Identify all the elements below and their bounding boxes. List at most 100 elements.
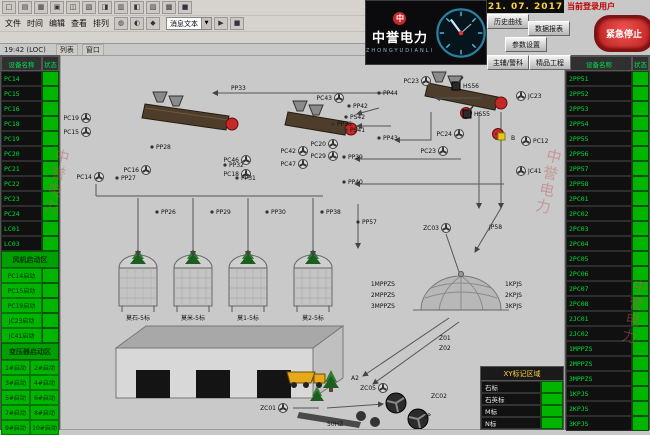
menu-item-0[interactable]: 文件 [2, 18, 24, 29]
menu-item-1[interactable]: 时间 [24, 18, 46, 29]
chevron-down-icon[interactable]: ▼ [201, 18, 211, 29]
message-type-dropdown[interactable]: 消息文本 ▼ [166, 17, 212, 30]
status-indicator[interactable] [632, 356, 649, 371]
fan-start-button[interactable]: PC19启动 [1, 298, 42, 313]
status-indicator[interactable] [632, 71, 649, 86]
transformer-start-button[interactable]: 4#启动 [30, 375, 59, 390]
xy-indicator[interactable] [541, 393, 563, 405]
status-indicator[interactable] [632, 416, 649, 431]
status-indicator[interactable] [42, 236, 59, 251]
status-indicator[interactable] [632, 146, 649, 161]
status-indicator[interactable] [632, 371, 649, 386]
open-icon[interactable]: ▤ [18, 1, 32, 14]
history-curve-button[interactable]: 历史曲线 [487, 14, 529, 29]
status-indicator[interactable] [42, 221, 59, 236]
menu-item-3[interactable]: 查看 [68, 18, 90, 29]
fan-ZC03[interactable]: ZC03 [423, 224, 450, 233]
status-indicator[interactable] [632, 341, 649, 356]
transformer-start-button[interactable]: 5#启动 [1, 390, 30, 405]
status-indicator[interactable] [632, 206, 649, 221]
paste-icon[interactable]: ▥ [114, 1, 128, 14]
emergency-stop-button[interactable]: 紧急停止 [594, 15, 650, 52]
fan-PC16[interactable]: PC16 [124, 166, 151, 175]
status-indicator[interactable] [632, 161, 649, 176]
transformer-start-button[interactable]: 6#启动 [30, 390, 59, 405]
new-icon[interactable]: □ [2, 1, 16, 14]
fan-PC42[interactable]: PC42 [281, 147, 308, 156]
status-indicator[interactable] [632, 401, 649, 416]
fan-start-button[interactable]: PC14启动 [1, 268, 42, 283]
status-indicator[interactable] [42, 176, 59, 191]
fan-PC12[interactable]: PC12 [522, 137, 549, 146]
transformer-start-button[interactable]: 10#启动 [30, 420, 59, 435]
transformer-start-button[interactable]: 1#启动 [1, 360, 30, 375]
status-indicator[interactable] [632, 101, 649, 116]
status-item-1[interactable]: 窗口 [82, 44, 104, 56]
transformer-start-button[interactable]: 3#启动 [1, 375, 30, 390]
print-icon[interactable]: ▣ [50, 1, 64, 14]
transformer-start-button[interactable]: 9#启动 [1, 420, 30, 435]
status-indicator[interactable] [42, 71, 59, 86]
xy-indicator[interactable] [541, 405, 563, 417]
project-button[interactable]: 精品工程 [529, 55, 571, 70]
status-indicator[interactable] [42, 116, 59, 131]
fan-PC47[interactable]: PC47 [281, 160, 308, 169]
fan-JC23[interactable]: JC23 [517, 92, 542, 101]
status-indicator[interactable] [42, 131, 59, 146]
fan-PC14[interactable]: PC14 [77, 173, 104, 182]
fan-PC24[interactable]: PC24 [437, 130, 464, 139]
redo-icon[interactable]: ▨ [146, 1, 160, 14]
status-indicator[interactable] [632, 311, 649, 326]
view-icon[interactable]: ◐ [130, 17, 144, 30]
cut-icon[interactable]: ▧ [82, 1, 96, 14]
status-indicator[interactable] [42, 268, 59, 283]
fan-PC23[interactable]: PC23 [404, 77, 431, 86]
status-indicator[interactable] [632, 116, 649, 131]
transformer-start-button[interactable]: 8#启动 [30, 405, 59, 420]
status-indicator[interactable] [42, 298, 59, 313]
status-indicator[interactable] [632, 386, 649, 401]
fan-start-button[interactable]: JC41启动 [1, 328, 42, 343]
fan-start-button[interactable]: PC15启动 [1, 283, 42, 298]
status-indicator[interactable] [632, 176, 649, 191]
grid-icon[interactable]: ▩ [162, 1, 176, 14]
status-indicator[interactable] [632, 296, 649, 311]
menu-item-4[interactable]: 排列 [90, 18, 112, 29]
status-indicator[interactable] [632, 191, 649, 206]
status-indicator[interactable] [632, 281, 649, 296]
fan-PC15[interactable]: PC15 [64, 128, 91, 137]
xy-indicator[interactable] [541, 417, 563, 429]
status-indicator[interactable] [42, 161, 59, 176]
run-icon[interactable]: ▶ [214, 17, 228, 30]
fan-ZC01[interactable]: ZC01 [260, 404, 287, 413]
copy-icon[interactable]: ◨ [98, 1, 112, 14]
fan-ZC05[interactable]: ZC05 [360, 384, 387, 393]
fan-start-button[interactable]: JC23启动 [1, 313, 42, 328]
fan-PC43[interactable]: PC43 [317, 94, 344, 103]
menu-item-2[interactable]: 编辑 [46, 18, 68, 29]
status-indicator[interactable] [42, 206, 59, 221]
layers-icon[interactable]: ◆ [146, 17, 160, 30]
status-indicator[interactable] [42, 191, 59, 206]
status-indicator[interactable] [632, 86, 649, 101]
parameter-settings-button[interactable]: 参数设置 [505, 37, 547, 52]
xy-indicator[interactable] [541, 381, 563, 393]
save-icon[interactable]: ▦ [34, 1, 48, 14]
status-indicator[interactable] [632, 131, 649, 146]
preview-icon[interactable]: ◫ [66, 1, 80, 14]
settings-icon[interactable]: ■ [178, 1, 192, 14]
main-aux-button[interactable]: 主辅/警科 [487, 55, 529, 70]
fan-PC20[interactable]: PC20 [311, 140, 338, 149]
transformer-start-button[interactable]: 7#启动 [1, 405, 30, 420]
data-report-button[interactable]: 数据报表 [528, 21, 570, 36]
transformer-start-button[interactable]: 2#启动 [30, 360, 59, 375]
status-indicator[interactable] [632, 266, 649, 281]
zoom-icon[interactable]: ◍ [114, 17, 128, 30]
undo-icon[interactable]: ◧ [130, 1, 144, 14]
status-indicator[interactable] [42, 328, 59, 343]
status-item-0[interactable]: 列表 [56, 44, 78, 56]
status-indicator[interactable] [632, 326, 649, 341]
fan-PC23[interactable]: PC23 [421, 147, 448, 156]
status-indicator[interactable] [632, 251, 649, 266]
fan-PC19[interactable]: PC19 [64, 114, 91, 123]
